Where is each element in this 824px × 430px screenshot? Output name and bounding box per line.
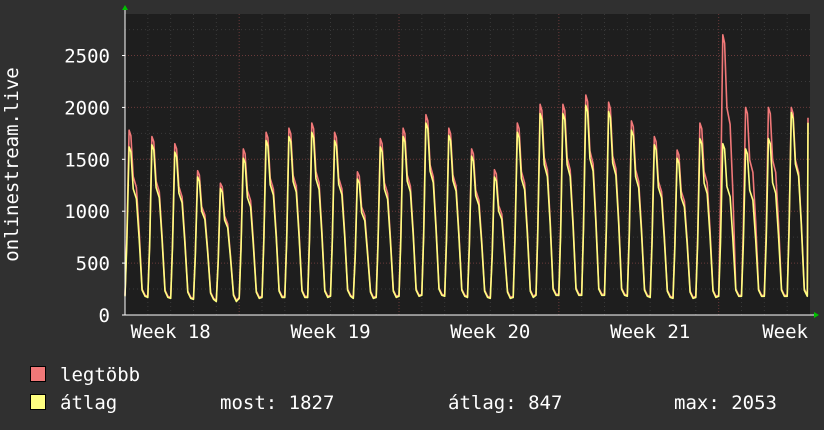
y-tick-label: 500	[76, 253, 110, 275]
y-tick-label: 0	[99, 305, 110, 327]
y-tick-label: 1500	[64, 149, 110, 171]
plot-area	[125, 14, 810, 315]
x-tick-label: Week 21	[610, 321, 690, 343]
chart-container: 0 500 1000 1500 2000 2500 Week 18 Week 19 Week 2…	[0, 0, 824, 430]
stat-average: átlag: 847	[448, 392, 563, 414]
x-tick-label: Week 19	[290, 321, 370, 343]
y-tick-label: 1000	[64, 201, 110, 223]
legend-item-max: legtöbb	[30, 363, 140, 387]
x-tick-label: Week 20	[450, 321, 530, 343]
y-axis-title: onlinestream.live	[1, 67, 23, 261]
legend-swatch-max	[30, 366, 46, 382]
x-tick-label: Week 18	[131, 321, 211, 343]
y-axis-arrow-icon	[122, 5, 128, 10]
x-tick-label: Week	[762, 321, 808, 343]
y-tick-label: 2500	[64, 46, 110, 68]
legend-item-avg: átlag	[30, 391, 117, 415]
legend-label-avg: átlag	[60, 392, 118, 414]
x-axis-arrow-icon	[814, 312, 819, 318]
legend-label-max: legtöbb	[60, 364, 141, 386]
stat-max: max: 2053	[674, 392, 777, 414]
legend-swatch-avg	[30, 394, 46, 410]
stat-now: most: 1827	[220, 392, 335, 414]
y-tick-label: 2000	[64, 97, 110, 119]
traffic-chart: 0 500 1000 1500 2000 2500 Week 18 Week 19 Week 2…	[1, 5, 819, 343]
